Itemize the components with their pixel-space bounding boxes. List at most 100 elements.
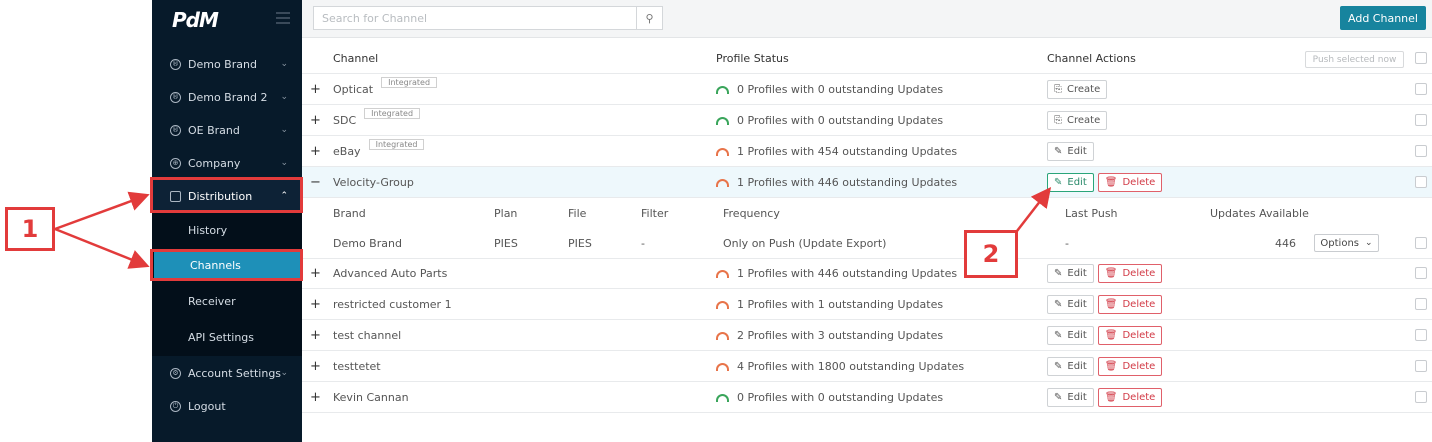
status-warning-icon — [716, 269, 729, 278]
sub-cell-plan: PIES — [494, 237, 518, 250]
sidebar-item-label: Demo Brand 2 — [188, 90, 268, 104]
channel-actions-cell: ✎ Edit 🗑 Delete — [1047, 167, 1166, 198]
button-label: Create — [1067, 84, 1101, 95]
expand-icon[interactable]: + — [310, 136, 321, 167]
edit-button[interactable]: ✎ Edit — [1047, 388, 1094, 407]
chevron-down-icon: ⌄ — [280, 59, 288, 69]
edit-button[interactable]: ✎ Edit — [1047, 173, 1094, 192]
profile-status-text: 1 Profiles with 446 outstanding Updates — [737, 176, 958, 189]
profile-status-text: 0 Profiles with 0 outstanding Updates — [737, 391, 944, 404]
edit-button[interactable]: ✎ Edit — [1047, 264, 1094, 283]
status-ok-icon — [716, 116, 729, 125]
delete-button[interactable]: 🗑 Delete — [1097, 173, 1163, 192]
sidebar-item-account-settings[interactable]: ⚙ Account Settings ⌄ — [152, 357, 302, 389]
row-checkbox[interactable] — [1415, 114, 1427, 126]
table-row: + testtetet 4 Profiles with 1800 outstandi… — [302, 351, 1432, 382]
sidebar-item-company[interactable]: ⊕ Company ⌄ — [152, 147, 302, 179]
add-channel-button[interactable]: Add Channel — [1340, 6, 1426, 30]
search-icon[interactable]: ⚲ — [636, 7, 662, 29]
sidebar-item-label: Logout — [188, 399, 226, 413]
profile-status-cell: 1 Profiles with 1 outstanding Updates — [716, 289, 943, 320]
sub-header-filter: Filter — [641, 207, 669, 220]
row-checkbox[interactable] — [1415, 329, 1427, 341]
profile-status-cell: 1 Profiles with 446 outstanding Updates — [716, 258, 957, 289]
chevron-down-icon: ⌄ — [280, 125, 288, 135]
channel-name: SDC — [333, 114, 357, 127]
channel-name-cell: eBay Integrated — [333, 136, 425, 167]
edit-button[interactable]: ✎ Edit — [1047, 295, 1094, 314]
sidebar-item-logout[interactable]: ⏻ Logout — [152, 390, 302, 422]
row-checkbox[interactable] — [1415, 145, 1427, 157]
channel-name: Velocity-Group — [333, 176, 414, 189]
search-input[interactable] — [314, 7, 634, 29]
expand-icon[interactable]: + — [310, 351, 321, 382]
status-ok-icon — [716, 393, 729, 402]
trash-icon: 🗑 — [1104, 299, 1118, 310]
row-checkbox[interactable] — [1415, 360, 1427, 372]
sub-cell-brand: Demo Brand — [333, 237, 402, 250]
channel-name: Opticat — [333, 83, 374, 96]
expand-icon[interactable]: + — [310, 74, 321, 105]
table-row: + SDC Integrated 0 Profiles with 0 outstand… — [302, 105, 1432, 136]
channel-name-cell: testtetet — [333, 351, 381, 382]
collapse-icon[interactable]: − — [310, 167, 321, 198]
sidebar-item-oe-brand[interactable]: ® OE Brand ⌄ — [152, 114, 302, 146]
expand-icon[interactable]: + — [310, 382, 321, 413]
channel-actions-cell: ✎ Edit 🗑 Delete — [1047, 289, 1166, 320]
row-checkbox[interactable] — [1415, 83, 1427, 95]
row-checkbox[interactable] — [1415, 176, 1427, 188]
row-checkbox[interactable] — [1415, 237, 1427, 249]
sidebar-item-label: Demo Brand — [188, 57, 257, 71]
table-row: + Advanced Auto Parts 1 Profiles with 446 … — [302, 258, 1432, 289]
delete-button[interactable]: 🗑 Delete — [1097, 326, 1163, 345]
options-dropdown[interactable]: Options ⌄ — [1314, 234, 1379, 252]
search-box: ⚲ — [313, 6, 663, 30]
sub-cell-updates-available: 446 — [1275, 237, 1296, 250]
channel-actions-cell: ✎ Edit 🗑 Delete — [1047, 351, 1166, 382]
button-label: Delete — [1122, 392, 1156, 403]
sub-cell-last-push: - — [1065, 237, 1069, 250]
sub-header-updates-available: Updates Available — [1210, 207, 1309, 220]
sidebar: PdM ® Demo Brand ⌄ ® Demo Brand 2 ⌄ ® OE… — [152, 0, 302, 442]
expand-icon[interactable]: + — [310, 105, 321, 136]
row-checkbox[interactable] — [1415, 391, 1427, 403]
sidebar-item-label: Account Settings — [188, 366, 282, 380]
sidebar-subitem-receiver[interactable]: Receiver — [152, 283, 302, 319]
trash-icon: 🗑 — [1104, 330, 1118, 341]
pencil-icon: ✎ — [1054, 330, 1063, 341]
button-label: Delete — [1122, 361, 1156, 372]
edit-button[interactable]: ✎ Edit — [1047, 142, 1094, 161]
delete-button[interactable]: 🗑 Delete — [1097, 264, 1163, 283]
app-root: PdM ® Demo Brand ⌄ ® Demo Brand 2 ⌄ ® OE… — [0, 0, 1432, 442]
channel-name: Advanced Auto Parts — [333, 267, 448, 280]
status-ok-icon — [716, 85, 729, 94]
row-checkbox[interactable] — [1415, 298, 1427, 310]
push-selected-button[interactable]: Push selected now — [1305, 51, 1404, 68]
sub-cell-filter: - — [641, 237, 645, 250]
sidebar-item-demo-brand[interactable]: ® Demo Brand ⌄ — [152, 48, 302, 80]
button-label: Delete — [1122, 299, 1156, 310]
sidebar-item-demo-brand-2[interactable]: ® Demo Brand 2 ⌄ — [152, 81, 302, 113]
expand-icon[interactable]: + — [310, 289, 321, 320]
edit-button[interactable]: ✎ Edit — [1047, 326, 1094, 345]
sub-cell-frequency: Only on Push (Update Export) — [723, 237, 887, 250]
create-button[interactable]: ⎘ Create — [1047, 111, 1108, 130]
channel-actions-cell: ✎ Edit 🗑 Delete — [1047, 258, 1166, 289]
edit-button[interactable]: ✎ Edit — [1047, 357, 1094, 376]
sidebar-subitem-history[interactable]: History — [152, 212, 302, 248]
row-checkbox[interactable] — [1415, 267, 1427, 279]
channel-name-cell: Velocity-Group — [333, 167, 414, 198]
menu-toggle-icon[interactable] — [276, 12, 290, 24]
delete-button[interactable]: 🗑 Delete — [1097, 357, 1163, 376]
sub-header-brand: Brand — [333, 207, 366, 220]
create-button[interactable]: ⎘ Create — [1047, 80, 1108, 99]
sidebar-subitem-api-settings[interactable]: API Settings — [152, 319, 302, 355]
channel-name: testtetet — [333, 360, 381, 373]
delete-button[interactable]: 🗑 Delete — [1097, 388, 1163, 407]
select-all-checkbox[interactable] — [1415, 52, 1427, 64]
expand-icon[interactable]: + — [310, 258, 321, 289]
chevron-down-icon: ⌄ — [1365, 238, 1373, 248]
expand-icon[interactable]: + — [310, 320, 321, 351]
profile-status-cell: 4 Profiles with 1800 outstanding Updates — [716, 351, 964, 382]
delete-button[interactable]: 🗑 Delete — [1097, 295, 1163, 314]
